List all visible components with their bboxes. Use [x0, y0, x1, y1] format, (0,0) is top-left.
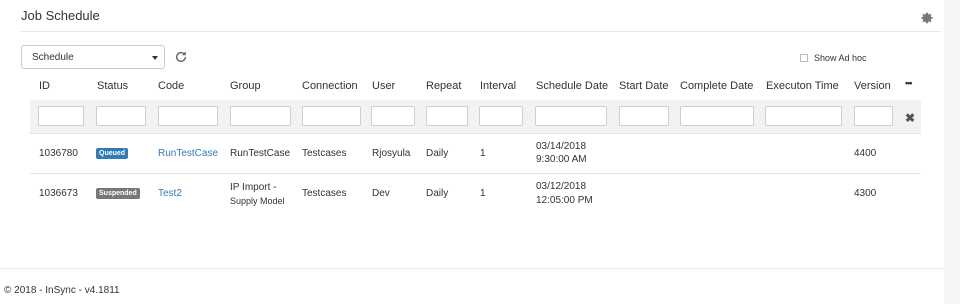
- cell-repeat: Daily: [426, 148, 449, 159]
- show-adhoc-toggle[interactable]: Show Ad hoc: [800, 53, 867, 63]
- cell-connection: Testcases: [302, 188, 347, 199]
- footer-copyright: © 2018 - InSync - v4.1811: [4, 285, 120, 296]
- filter-input-code[interactable]: [158, 106, 218, 126]
- column-menu-icon[interactable]: •••: [905, 78, 913, 88]
- cell-id: 1036780: [39, 148, 78, 159]
- column-header-schedule-date[interactable]: Schedule Date: [536, 80, 608, 92]
- column-header-version[interactable]: Version: [854, 80, 891, 92]
- cell-code-link[interactable]: Test2: [158, 187, 182, 200]
- column-header-start-date[interactable]: Start Date: [619, 80, 669, 92]
- refresh-icon[interactable]: [174, 50, 188, 64]
- title-divider: [21, 31, 941, 32]
- filter-input-id[interactable]: [38, 106, 84, 126]
- cell-group: IP Import -: [230, 182, 277, 193]
- clear-filters-icon[interactable]: ✖: [905, 111, 915, 125]
- filter-input-schedule-date[interactable]: [535, 106, 607, 126]
- row-divider: [30, 173, 921, 174]
- column-header-code[interactable]: Code: [158, 80, 184, 92]
- filter-input-execution-time[interactable]: [765, 106, 842, 126]
- column-header-user[interactable]: User: [372, 80, 395, 92]
- filter-input-version[interactable]: [854, 106, 893, 126]
- filter-input-status[interactable]: [96, 106, 146, 126]
- show-adhoc-checkbox[interactable]: [800, 54, 808, 62]
- filter-input-start-date[interactable]: [619, 106, 669, 126]
- page-title: Job Schedule: [21, 8, 100, 23]
- column-header-complete-date[interactable]: Complete Date: [680, 80, 753, 92]
- show-adhoc-label: Show Ad hoc: [814, 53, 867, 63]
- filter-input-connection[interactable]: [302, 106, 361, 126]
- cell-group: RunTestCase: [230, 148, 291, 159]
- cell-connection: Testcases: [302, 148, 347, 159]
- filter-input-user[interactable]: [371, 106, 415, 126]
- column-header-id[interactable]: ID: [39, 80, 50, 92]
- cell-user: Dev: [372, 188, 390, 199]
- gear-icon[interactable]: [920, 11, 934, 25]
- cell-schedule-time: 12:05:00 PM: [536, 195, 593, 206]
- column-header-execution-time[interactable]: Executon Time: [766, 80, 839, 92]
- cell-code-link[interactable]: RunTestCase: [158, 147, 218, 160]
- cell-interval: 1: [480, 188, 486, 199]
- cell-repeat: Daily: [426, 188, 449, 199]
- view-select[interactable]: Schedule: [21, 45, 165, 69]
- cell-group-line2: Supply Model: [230, 196, 285, 206]
- cell-id: 1036673: [39, 188, 78, 199]
- column-header-repeat[interactable]: Repeat: [426, 80, 461, 92]
- filter-input-complete-date[interactable]: [680, 106, 754, 126]
- scrollbar[interactable]: [944, 0, 960, 304]
- filter-input-interval[interactable]: [479, 106, 523, 126]
- cell-schedule-time: 9:30:00 AM: [536, 154, 587, 165]
- cell-version: 4400: [854, 148, 877, 159]
- filter-input-repeat[interactable]: [426, 106, 468, 126]
- column-header-interval[interactable]: Interval: [480, 80, 516, 92]
- cell-interval: 1: [480, 148, 486, 159]
- row-divider: [30, 133, 921, 134]
- cell-schedule-date: 03/12/2018: [536, 181, 587, 192]
- cell-version: 4300: [854, 188, 877, 199]
- view-select-value: Schedule: [32, 52, 74, 63]
- column-header-group[interactable]: Group: [230, 80, 261, 92]
- status-badge: Queued: [96, 148, 129, 159]
- status-badge: Suspended: [96, 188, 140, 199]
- cell-schedule-date: 03/14/2018: [536, 141, 587, 152]
- filter-input-group[interactable]: [230, 106, 291, 126]
- chevron-down-icon: [152, 56, 158, 60]
- column-header-status[interactable]: Status: [97, 80, 128, 92]
- column-header-connection[interactable]: Connection: [302, 80, 358, 92]
- cell-user: Rjosyula: [372, 148, 411, 159]
- footer-divider: [0, 268, 944, 269]
